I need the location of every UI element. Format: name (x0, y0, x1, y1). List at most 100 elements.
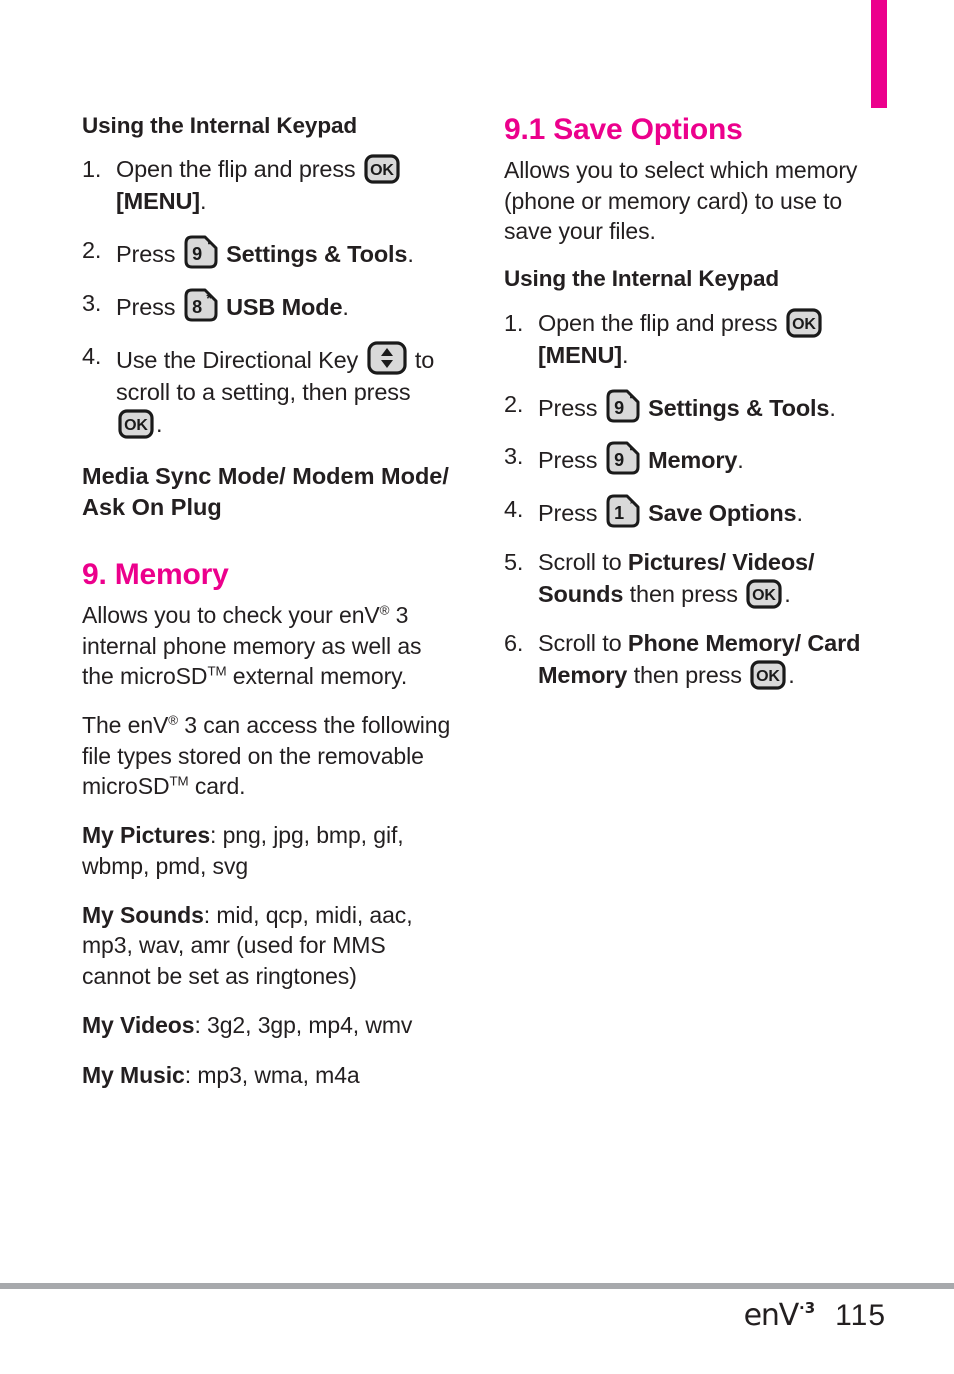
svg-text:OK: OK (124, 417, 148, 434)
registered-mark-icon: ® (379, 602, 390, 618)
step-text: then press (623, 581, 745, 608)
step-text: . (796, 500, 803, 527)
left-column: Using the Internal Keypad 1. Open the fli… (82, 112, 454, 1090)
chapter-tab-marker (871, 0, 887, 108)
right-steps-list: 1. Open the flip and press OK [MENU]. 2. Pr… (504, 307, 876, 693)
trademark-mark-icon: TM (169, 773, 189, 789)
step-text: . (784, 581, 791, 608)
step-text: . (156, 410, 163, 437)
trademark-mark-icon: TM (207, 663, 227, 679)
step-item: 2. Press 9 ‘ Settings & Tools. (82, 235, 454, 271)
step-text: Press (538, 500, 604, 527)
svg-text:9: 9 (614, 450, 624, 470)
file-type-label: My Sounds (82, 902, 204, 929)
step-text: . (621, 341, 629, 368)
step-item: 1. Open the flip and press OK [MENU]. (504, 307, 876, 372)
registered-mark-icon: ® (168, 712, 178, 728)
brand-superscript: ·3 (799, 1299, 816, 1317)
section-title-memory: 9. Memory (82, 557, 229, 591)
file-type-value: : mp3, wma, m4a (184, 1061, 360, 1088)
step-text: . (407, 241, 414, 268)
step-text: then press (627, 662, 749, 689)
footer-divider-rule (0, 1283, 954, 1289)
step-item: 2. Press 9 ‘ Settings & Tools. (504, 389, 876, 425)
step-emphasis: [MENU] (116, 188, 200, 215)
key-9-icon: 9 ‘ (606, 441, 640, 475)
step-item: 4. Press 1’ Save Options. (504, 494, 876, 530)
right-column: 9.1 Save Options Allows you to select wh… (504, 112, 876, 692)
step-item: 3. Press 9 ‘ Memory. (504, 441, 876, 477)
step-number: 6. (504, 630, 524, 657)
step-text: Scroll to (538, 630, 628, 657)
step-emphasis: [MENU] (538, 341, 622, 368)
step-text: Press (116, 293, 182, 320)
step-text: . (737, 447, 744, 474)
step-text: Use the Directional Key (116, 346, 365, 373)
env-brand-logo: enV·3 (744, 1297, 816, 1331)
step-emphasis: Save Options (641, 500, 797, 527)
step-emphasis: Settings & Tools (219, 241, 408, 268)
ok-key-icon: OK (750, 660, 786, 690)
svg-text:OK: OK (752, 587, 776, 604)
step-text: . (829, 394, 836, 421)
memory-paragraph-1: Allows you to check your enV® 3 internal… (82, 600, 454, 691)
memory-p2-before: The enV (82, 712, 169, 739)
svg-text:‘: ‘ (629, 391, 633, 407)
file-type-label: My Music (82, 1061, 185, 1088)
svg-text:8: 8 (192, 297, 202, 317)
left-subheading: Using the Internal Keypad (82, 113, 358, 138)
step-text: . (788, 662, 795, 689)
step-number: 5. (504, 549, 524, 576)
ok-key-icon: OK (746, 579, 782, 609)
step-text: Press (538, 447, 604, 474)
svg-text:’: ’ (629, 496, 633, 512)
memory-p1-before: Allows you to check your enV (82, 602, 380, 629)
step-number: 3. (82, 289, 102, 316)
step-number: 3. (504, 443, 524, 470)
memory-p1-after: external memory. (226, 662, 408, 689)
step-number: 1. (504, 309, 524, 336)
step-emphasis: Memory (641, 447, 738, 474)
key-9-icon: 9 ‘ (184, 235, 218, 269)
step-item: 6. Scroll to Phone Memory/ Card Memory th… (504, 628, 876, 692)
file-type-value: : 3g2, 3gp, mp4, wmv (194, 1012, 413, 1039)
step-number: 4. (504, 496, 524, 523)
ok-key-icon: OK (118, 409, 154, 439)
file-type-label: My Videos (82, 1012, 195, 1039)
svg-text:9: 9 (192, 244, 202, 264)
left-steps-list: 1. Open the flip and press OK [MENU]. 2. Pr… (82, 154, 454, 441)
file-type-list: My Pictures: png, jpg, bmp, gif, wbmp, p… (82, 820, 454, 1090)
step-text: Open the flip and press (116, 156, 362, 183)
step-text: Press (538, 394, 604, 421)
step-number: 2. (504, 390, 524, 417)
key-1-icon: 1’ (606, 494, 640, 528)
step-text: Scroll to (538, 549, 628, 576)
page-number: 115 (835, 1299, 886, 1332)
svg-text:OK: OK (370, 162, 394, 179)
svg-text:OK: OK (792, 316, 816, 333)
directional-key-icon (366, 341, 407, 375)
step-item: 3. Press 8 * USB Mode. (82, 288, 454, 324)
right-subheading: Using the Internal Keypad (504, 266, 780, 292)
step-number: 2. (82, 237, 102, 264)
svg-text:‘: ‘ (629, 443, 633, 459)
step4-mode-note: Media Sync Mode/ Modem Mode/ Ask On Plug (82, 462, 449, 520)
memory-paragraph-2: The enV® 3 can access the following file… (82, 710, 454, 801)
key-8-icon: 8 * (184, 288, 218, 322)
file-type-entry: My Sounds: mid, qcp, midi, aac, mp3, wav… (82, 900, 454, 991)
file-type-entry: My Pictures: png, jpg, bmp, gif, wbmp, p… (82, 820, 454, 881)
memory-p2-after: card. (188, 773, 246, 800)
step-item: 4. Use the Directional Key to scroll to a… (82, 341, 454, 441)
ok-key-icon: OK (364, 154, 400, 184)
svg-text:‘: ‘ (207, 237, 211, 253)
brand-text: enV (743, 1298, 800, 1333)
step-text: . (199, 188, 207, 215)
key-9-icon: 9 ‘ (606, 389, 640, 423)
step-text: . (342, 293, 349, 320)
svg-text:9: 9 (614, 398, 624, 418)
file-type-entry: My Music: mp3, wma, m4a (82, 1060, 454, 1090)
svg-text:1: 1 (614, 503, 624, 523)
svg-text:OK: OK (756, 668, 780, 685)
step-number: 1. (82, 156, 102, 183)
step-number: 4. (82, 342, 102, 369)
